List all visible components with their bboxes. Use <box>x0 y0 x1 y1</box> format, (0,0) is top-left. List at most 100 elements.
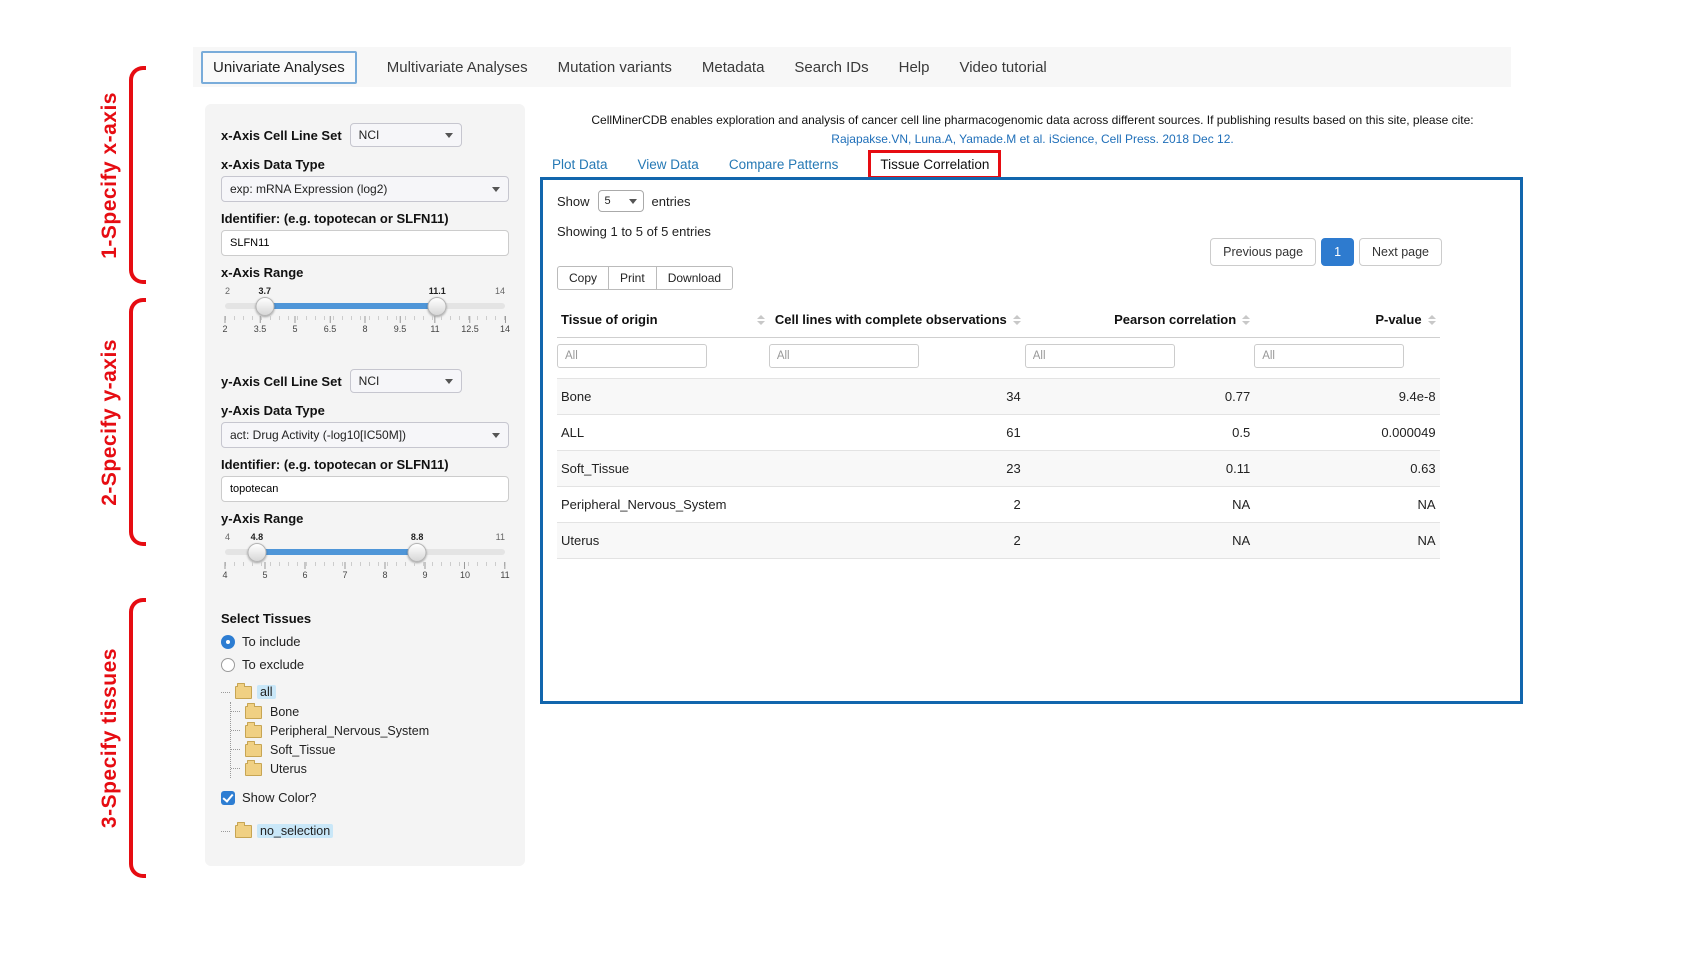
to-include-option[interactable]: To include <box>221 630 509 653</box>
annotation-bracket <box>129 298 146 546</box>
download-button[interactable]: Download <box>656 266 733 290</box>
print-button[interactable]: Print <box>608 266 657 290</box>
tree-node-uterus-label[interactable]: Uterus <box>267 762 310 776</box>
table-row[interactable]: Bone 34 0.77 9.4e-8 <box>557 379 1440 415</box>
tree-node-bone-label[interactable]: Bone <box>267 705 302 719</box>
column-header-label: Pearson correlation <box>1114 312 1236 327</box>
slider-ticks: 2 3.5 5 6.5 8 9.5 11 12.5 14 <box>225 316 505 342</box>
tree-node-all-label[interactable]: all <box>257 685 276 699</box>
cell-pvalue: 0.63 <box>1254 451 1439 487</box>
tree-node-all[interactable]: all <box>221 682 509 702</box>
selection-tree: no_selection <box>221 821 509 841</box>
show-color-label: Show Color? <box>242 790 316 805</box>
x-axis-range-slider[interactable]: 2 14 3.7 11.1 2 3.5 5 6.5 8 9.5 11 12.5 … <box>225 286 505 348</box>
to-exclude-option[interactable]: To exclude <box>221 653 509 676</box>
slider-handle-to[interactable] <box>428 297 447 316</box>
annotation-step-2: 2-Specify y-axis <box>98 298 146 546</box>
nav-tab-univariate-analyses[interactable]: Univariate Analyses <box>201 51 357 84</box>
slider-from-value: 4.8 <box>251 532 264 542</box>
x-cell-line-set-select[interactable]: NCI <box>350 123 462 147</box>
x-data-type-select[interactable]: exp: mRNA Expression (log2) <box>221 176 509 202</box>
tree-node-soft-tissue[interactable]: Soft_Tissue <box>231 740 509 759</box>
slider-handle-from[interactable] <box>255 297 274 316</box>
folder-icon <box>235 686 252 699</box>
show-color-checkbox[interactable]: Show Color? <box>221 786 509 809</box>
filter-pvalue-input[interactable] <box>1254 344 1404 368</box>
copy-button[interactable]: Copy <box>557 266 609 290</box>
column-header-tissue-of-origin[interactable]: Tissue of origin <box>557 304 769 338</box>
intro-line: CellMinerCDB enables exploration and ana… <box>591 113 1473 127</box>
tick-label: 3.5 <box>254 324 267 334</box>
slider-track[interactable] <box>225 549 505 555</box>
tree-connector <box>221 831 230 832</box>
y-data-type-value: act: Drug Activity (-log10[IC50M]) <box>230 428 406 442</box>
cell-pvalue: 9.4e-8 <box>1254 379 1439 415</box>
to-exclude-label: To exclude <box>242 657 304 672</box>
previous-page-button[interactable]: Previous page <box>1210 238 1316 266</box>
citation-link[interactable]: Rajapakse.VN, Luna.A, Yamade.M et al. iS… <box>545 131 1520 148</box>
tree-node-peripheral-nervous-system[interactable]: Peripheral_Nervous_System <box>231 721 509 740</box>
annotation-bracket <box>129 598 146 878</box>
cell-tissue: Bone <box>557 379 769 415</box>
tab-tissue-correlation[interactable]: Tissue Correlation <box>868 150 1001 179</box>
nav-tab-search-ids[interactable]: Search IDs <box>794 59 868 76</box>
y-cell-line-set-select[interactable]: NCI <box>350 369 462 393</box>
y-data-type-select[interactable]: act: Drug Activity (-log10[IC50M]) <box>221 422 509 448</box>
x-identifier-input[interactable] <box>221 230 509 256</box>
tick-label: 11 <box>500 570 509 580</box>
tick-label: 12.5 <box>461 324 479 334</box>
tree-node-bone[interactable]: Bone <box>231 702 509 721</box>
table-row[interactable]: Uterus 2 NA NA <box>557 523 1440 559</box>
x-data-type-value: exp: mRNA Expression (log2) <box>230 182 387 196</box>
page-size-select[interactable]: 5 <box>598 190 644 212</box>
tick-label: 4 <box>222 570 227 580</box>
slider-to-value: 8.8 <box>411 532 424 542</box>
chevron-down-icon <box>492 187 500 192</box>
filter-cell-lines-input[interactable] <box>769 344 919 368</box>
tab-view-data[interactable]: View Data <box>638 157 699 172</box>
filter-tissue-input[interactable] <box>557 344 707 368</box>
column-header-p-value[interactable]: P-value <box>1254 304 1439 338</box>
next-page-button[interactable]: Next page <box>1359 238 1442 266</box>
annotation-label-x-axis: 1-Specify x-axis <box>98 92 122 259</box>
radio-unchecked-icon <box>221 658 235 672</box>
tree-node-uterus[interactable]: Uterus <box>231 759 509 778</box>
show-label: Show <box>557 194 590 209</box>
column-header-cell-lines[interactable]: Cell lines with complete observations <box>769 304 1025 338</box>
tree-node-no-selection[interactable]: no_selection <box>221 821 509 841</box>
nav-tab-multivariate-analyses[interactable]: Multivariate Analyses <box>387 59 528 76</box>
tree-node-pns-label[interactable]: Peripheral_Nervous_System <box>267 724 432 738</box>
table-row[interactable]: ALL 61 0.5 0.000049 <box>557 415 1440 451</box>
tree-node-soft-tissue-label[interactable]: Soft_Tissue <box>267 743 339 757</box>
cell-pearson: NA <box>1025 523 1254 559</box>
tick-label: 10 <box>460 570 470 580</box>
page: 1-Specify x-axis 2-Specify y-axis 3-Spec… <box>0 0 1700 956</box>
tick-label: 8 <box>382 570 387 580</box>
tree-connector <box>231 711 240 712</box>
x-range-label: x-Axis Range <box>221 265 509 280</box>
y-axis-range-slider[interactable]: 4 11 4.8 8.8 4 5 6 7 8 9 10 11 <box>225 532 505 594</box>
page-size-value: 5 <box>605 195 611 207</box>
tab-plot-data[interactable]: Plot Data <box>552 157 608 172</box>
folder-icon <box>245 725 262 738</box>
slider-handle-to[interactable] <box>408 543 427 562</box>
slider-handle-from[interactable] <box>247 543 266 562</box>
folder-icon <box>235 825 252 838</box>
filter-pearson-input[interactable] <box>1025 344 1175 368</box>
cell-count: 2 <box>769 523 1025 559</box>
radio-checked-icon <box>221 635 235 649</box>
column-header-pearson-correlation[interactable]: Pearson correlation <box>1025 304 1254 338</box>
checkbox-checked-icon <box>221 791 235 805</box>
nav-tab-mutation-variants[interactable]: Mutation variants <box>558 59 672 76</box>
nav-tab-metadata[interactable]: Metadata <box>702 59 765 76</box>
table-row[interactable]: Soft_Tissue 23 0.11 0.63 <box>557 451 1440 487</box>
nav-tab-video-tutorial[interactable]: Video tutorial <box>959 59 1046 76</box>
page-1-button[interactable]: 1 <box>1321 238 1354 266</box>
y-identifier-input[interactable] <box>221 476 509 502</box>
nav-tab-help[interactable]: Help <box>899 59 930 76</box>
tree-node-no-selection-label[interactable]: no_selection <box>257 824 333 838</box>
column-header-label: P-value <box>1375 312 1421 327</box>
tab-compare-patterns[interactable]: Compare Patterns <box>729 157 839 172</box>
tick-label: 14 <box>500 324 510 334</box>
table-row[interactable]: Peripheral_Nervous_System 2 NA NA <box>557 487 1440 523</box>
